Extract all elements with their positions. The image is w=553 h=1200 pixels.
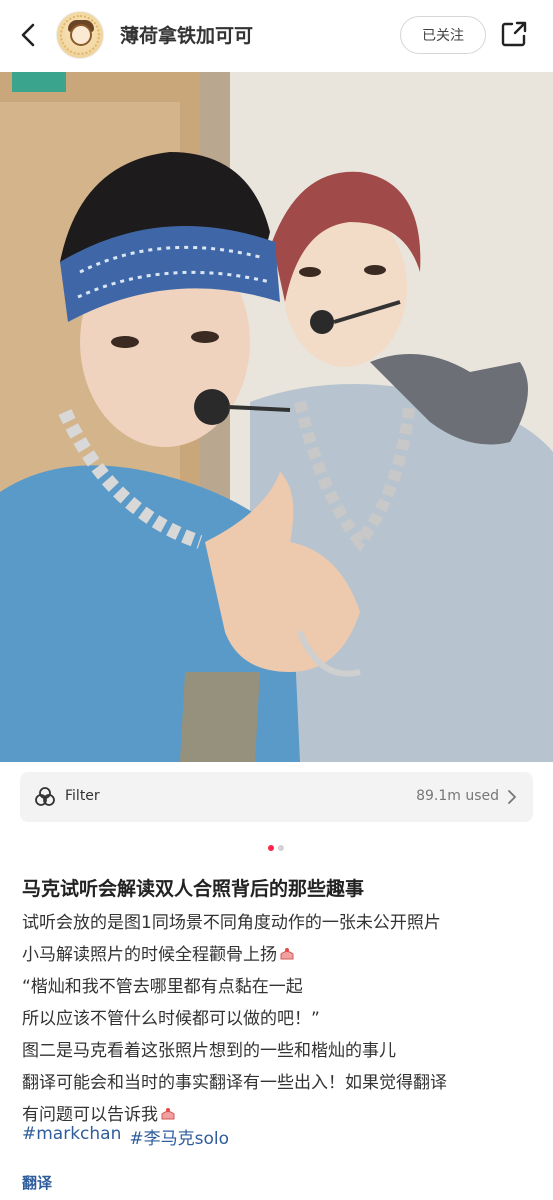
pager-dot [278, 845, 284, 851]
back-arrow-icon[interactable] [14, 20, 44, 50]
username[interactable]: 薄荷拿铁加可可 [120, 21, 253, 48]
hashtag-link[interactable]: #markchan [22, 1124, 121, 1149]
hashtag-list: #markchan #李马克solo [22, 1124, 229, 1149]
post-title: 马克试听会解读双人合照背后的那些趣事 [22, 878, 365, 900]
top-bar: 薄荷拿铁加可可 已关注 [0, 0, 553, 72]
filter-bar[interactable]: Filter 89.1m used [20, 772, 533, 822]
translate-link[interactable]: 翻译 [22, 1172, 52, 1193]
post-line: 试听会放的是图1同场景不同角度动作的一张未公开照片 [22, 913, 441, 933]
post-body: 试听会放的是图1同场景不同角度动作的一张未公开照片 小马解读照片的时候全程颧骨上… [22, 907, 537, 1131]
filter-label: Filter [65, 788, 100, 804]
share-icon[interactable] [498, 18, 530, 50]
post-line: 小马解读照片的时候全程颧骨上扬 [22, 939, 537, 971]
filter-usage-count: 89.1m used [416, 788, 499, 804]
post-line: 图二是马克看着这张照片想到的一些和楷灿的事儿 [22, 1041, 396, 1061]
filter-icon [35, 787, 55, 806]
post-line: “楷灿和我不管去哪里都有点黏在一起 [22, 977, 303, 997]
post-line: 翻译可能会和当时的事实翻译有一些出入！如果觉得翻译 [22, 1073, 447, 1093]
post-photo[interactable] [0, 72, 553, 762]
hashtag-link[interactable]: #李马克solo [129, 1124, 229, 1149]
cake-emoji-icon [280, 948, 294, 960]
photo-illustration [0, 72, 553, 762]
cake-emoji-icon [161, 1108, 175, 1120]
post-line: 所以应该不管什么时候都可以做的吧！” [22, 1009, 320, 1029]
pager-dot-active [268, 845, 274, 851]
avatar[interactable] [56, 11, 104, 59]
image-pager [268, 845, 284, 851]
follow-button[interactable]: 已关注 [400, 16, 486, 54]
chevron-right-icon [508, 790, 516, 804]
